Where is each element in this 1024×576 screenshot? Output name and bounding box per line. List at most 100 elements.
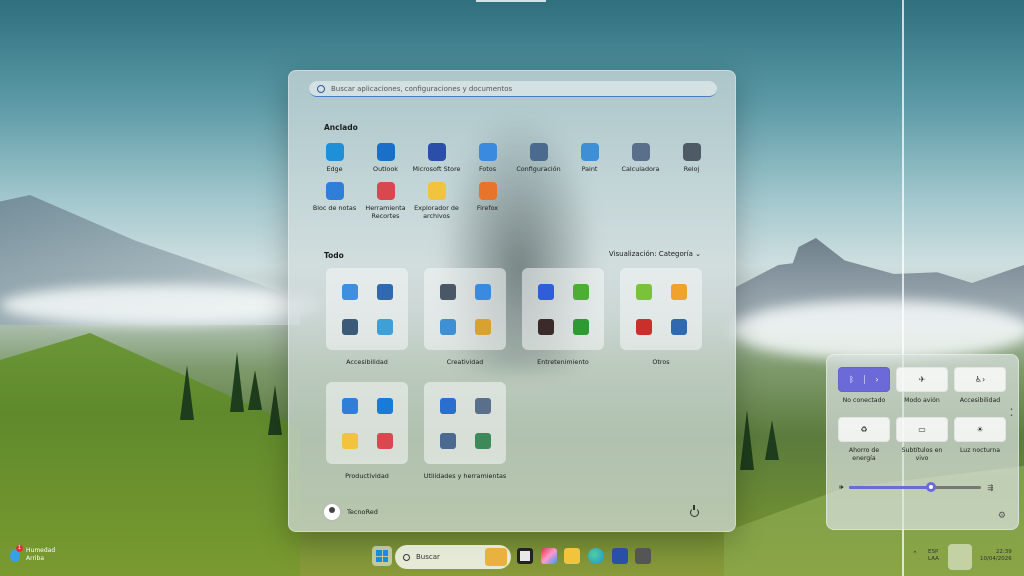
volume-control: 🕪 ⇶ <box>839 482 1009 492</box>
tree <box>230 352 244 412</box>
category-folder[interactable]: Otros <box>619 268 703 366</box>
fog-right <box>730 300 1024 360</box>
pinned-app[interactable]: Outlook <box>360 143 411 174</box>
top-edge-line <box>476 0 546 2</box>
category-folders: Accesibilidad Creatividad Entretenimiento O… <box>325 268 703 480</box>
pinned-app[interactable]: Herramienta Recortes <box>360 181 411 221</box>
category-folder[interactable]: Entretenimiento <box>521 268 605 366</box>
filezilla-icon[interactable] <box>635 318 652 335</box>
quick-setting-toggle[interactable]: ᛒ › <box>838 367 890 392</box>
volume-knob[interactable] <box>926 482 937 492</box>
pinned-app[interactable]: Explorador de archivos <box>411 181 462 221</box>
pinned-app-label: Reloj <box>683 165 700 173</box>
pinned-app[interactable]: Configuración <box>513 143 564 174</box>
weather-widget[interactable]: 1 Humedad Arriba <box>10 544 55 563</box>
magnifier-icon[interactable] <box>376 283 393 300</box>
volume-slider[interactable] <box>849 482 982 492</box>
energy-saver-icon: ♻ <box>860 425 868 435</box>
start-search-input[interactable]: Buscar aplicaciones, configuraciones y d… <box>309 81 717 97</box>
pinned-app[interactable]: Bloc de notas <box>309 181 360 221</box>
pinned-app[interactable]: Fotos <box>462 143 513 174</box>
gear-icon[interactable] <box>439 432 456 449</box>
pinned-app[interactable]: Calculadora <box>615 143 666 174</box>
user-account[interactable]: TecnoRed <box>323 503 378 521</box>
view-selector[interactable]: Visualización: Categoría ⌄ <box>609 250 701 258</box>
notepad-icon[interactable] <box>341 397 358 414</box>
control-panel-icon[interactable] <box>474 432 491 449</box>
calculator-icon[interactable] <box>474 397 491 414</box>
quick-setting-toggle[interactable]: ♻ <box>838 417 890 443</box>
pinned-app[interactable]: Reloj <box>666 143 717 174</box>
weather-icon[interactable] <box>670 283 687 300</box>
chevron-down-icon: ⌄ <box>695 250 701 258</box>
category-folder-box[interactable] <box>522 268 604 350</box>
night-light-icon: ☀ <box>976 425 984 435</box>
page-dots[interactable]: • • <box>1010 407 1013 419</box>
category-folder[interactable]: Utilidades y herramientas <box>423 382 507 480</box>
pinned-title: Anclado <box>324 123 358 132</box>
app-icon[interactable] <box>635 548 651 564</box>
keyboard-icon[interactable] <box>376 318 393 335</box>
bluetooth-icon: ᛒ <box>849 375 854 384</box>
category-folder-box[interactable] <box>326 268 408 350</box>
headphones-icon[interactable] <box>537 283 554 300</box>
file-explorer-icon[interactable] <box>564 548 580 564</box>
folder-icon[interactable] <box>341 432 358 449</box>
pinned-apps-grid: Edge Outlook Microsoft Store Fotos Configura… <box>309 143 719 221</box>
pinned-app[interactable]: Firefox <box>462 181 513 221</box>
photos-icon[interactable] <box>474 283 491 300</box>
keyboard-layout: LAA <box>928 556 939 562</box>
media-player-icon[interactable] <box>537 318 554 335</box>
widgets-icon[interactable] <box>541 548 557 564</box>
start-button[interactable] <box>372 546 392 566</box>
category-label: Otros <box>652 358 670 366</box>
taskbar-search[interactable]: Buscar <box>395 545 511 569</box>
quick-setting-label: Accesibilidad <box>959 397 1001 404</box>
clipchamp-icon[interactable] <box>474 318 491 335</box>
xbox-icon[interactable] <box>572 318 589 335</box>
pinned-app[interactable]: Microsoft Store <box>411 143 462 174</box>
remote-desktop-icon[interactable] <box>376 397 393 414</box>
quick-setting-toggle[interactable]: ♿ › <box>954 367 1006 392</box>
edge-icon[interactable] <box>588 548 604 564</box>
settings-gear-icon[interactable]: ⚙ <box>998 511 1006 521</box>
network-volume-tray[interactable] <box>948 544 972 570</box>
office-icon[interactable] <box>376 432 393 449</box>
category-folder[interactable]: Creatividad <box>423 268 507 366</box>
quick-setting-toggle[interactable]: ☀ <box>954 417 1006 443</box>
nvidia-icon[interactable] <box>572 283 589 300</box>
chevron-right-icon[interactable]: › <box>864 375 889 384</box>
language-indicator[interactable]: ESP LAA <box>928 549 939 563</box>
speaker-icon[interactable]: 🕪 <box>839 483 843 492</box>
windows-tools-icon[interactable] <box>439 397 456 414</box>
search-highlight-icon <box>485 548 507 566</box>
quick-setting-toggle[interactable]: ▭ <box>896 417 948 443</box>
category-folder-box[interactable] <box>424 382 506 464</box>
tree <box>180 365 194 420</box>
category-folder[interactable]: Accesibilidad <box>325 268 409 366</box>
chevron-right-icon[interactable]: › <box>982 375 985 384</box>
category-label: Utilidades y herramientas <box>423 472 507 480</box>
narrator-icon[interactable] <box>341 318 358 335</box>
paint-icon[interactable] <box>439 318 456 335</box>
user-name: TecnoRed <box>347 508 378 516</box>
category-folder[interactable]: Productividad <box>325 382 409 480</box>
quick-setting-toggle[interactable]: ✈ <box>896 367 948 392</box>
task-view-icon[interactable] <box>517 548 533 564</box>
camera-icon[interactable] <box>439 283 456 300</box>
power-icon[interactable] <box>690 505 699 517</box>
clock[interactable]: 22:39 10/04/2026 <box>980 549 1012 563</box>
category-folder-box[interactable] <box>620 268 702 350</box>
settings-cluster-icon[interactable] <box>670 318 687 335</box>
chevron-up-icon[interactable]: ⌃ <box>912 551 918 558</box>
category-label: Creatividad <box>446 358 484 366</box>
pinned-app[interactable]: Paint <box>564 143 615 174</box>
store-icon[interactable] <box>612 548 628 564</box>
audio-output-icon[interactable]: ⇶ <box>987 484 993 492</box>
voice-access-icon[interactable] <box>341 283 358 300</box>
quick-setting-tile: ▭ Subtítulos en vivo <box>896 417 948 463</box>
category-folder-box[interactable] <box>326 382 408 464</box>
cube-icon[interactable] <box>635 283 652 300</box>
pinned-app[interactable]: Edge <box>309 143 360 174</box>
category-folder-box[interactable] <box>424 268 506 350</box>
